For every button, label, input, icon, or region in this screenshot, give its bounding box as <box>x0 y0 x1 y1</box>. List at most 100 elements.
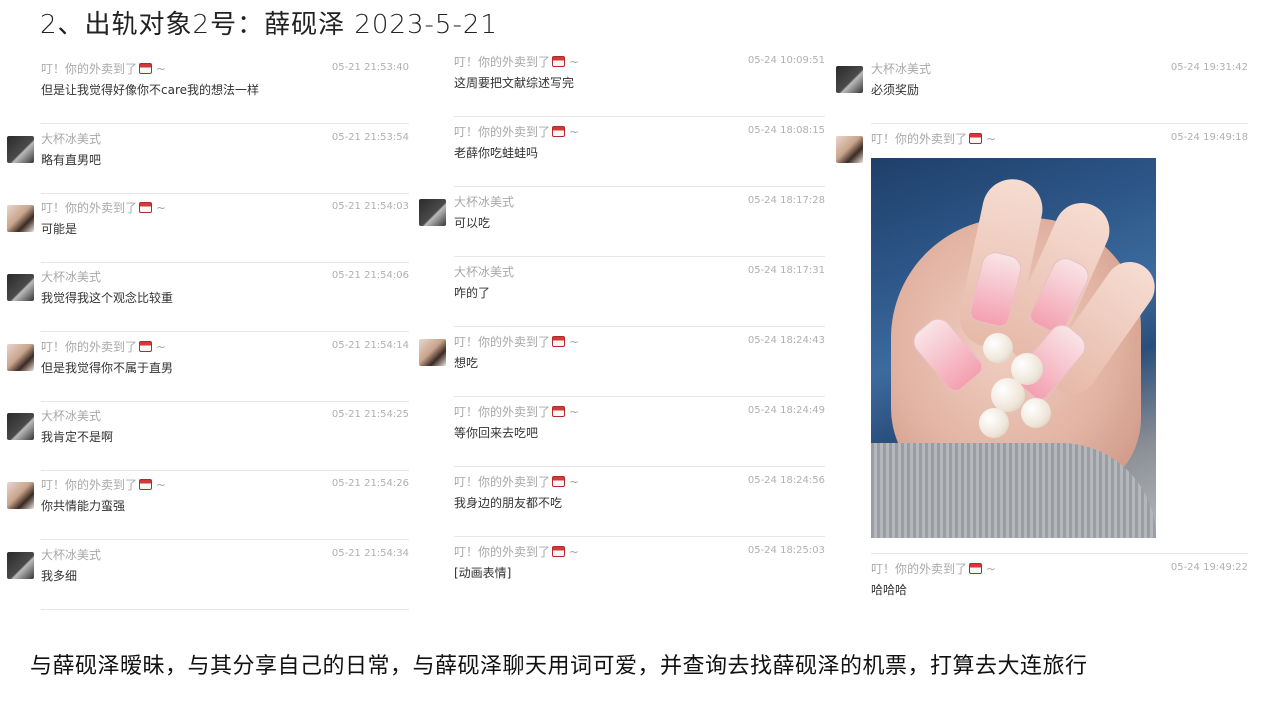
chat-message[interactable]: 大杯冰美式 05-24 19:31:42 必须奖励 <box>836 54 1248 124</box>
avatar[interactable] <box>836 136 863 163</box>
message-text: 你共情能力蛮强 <box>41 499 126 513</box>
message-text: 老薛你吃蛙蛙吗 <box>454 146 539 160</box>
takeout-bag-icon <box>552 406 566 417</box>
sender-name: 叮！你的外卖到了 <box>454 545 551 559</box>
tilde: ~ <box>568 55 579 69</box>
chat-message[interactable]: 大杯冰美式 05-21 21:54:34 我多细 <box>7 540 409 610</box>
message-text: 但是让我觉得好像你不care我的想法一样 <box>41 83 260 97</box>
message-text: [动画表情] <box>454 566 512 580</box>
chat-column-1: 叮！你的外卖到了 ~ 05-21 21:53:40 但是让我觉得好像你不care… <box>7 54 409 610</box>
pearl-shape <box>979 408 1009 438</box>
message-text: 可能是 <box>41 222 78 236</box>
tilde: ~ <box>155 340 166 354</box>
message-text: 想吃 <box>454 356 479 370</box>
message-time: 05-24 18:24:43 <box>747 335 825 346</box>
sender-name: 叮！你的外卖到了 <box>454 475 551 489</box>
avatar[interactable] <box>7 482 34 509</box>
sender-name: 叮！你的外卖到了 <box>871 132 968 146</box>
tilde: ~ <box>155 201 166 215</box>
sender-name: 大杯冰美式 <box>41 270 102 284</box>
chat-message[interactable]: 叮！你的外卖到了 ~ 05-24 18:25:03 [动画表情] <box>419 537 825 607</box>
message-text: 哈哈哈 <box>871 583 908 597</box>
avatar[interactable] <box>7 205 34 232</box>
chat-message[interactable]: 叮！你的外卖到了 ~ 05-21 21:54:14 但是我觉得你不属于直男 <box>7 332 409 402</box>
message-time: 05-24 18:24:56 <box>747 475 825 486</box>
avatar[interactable] <box>7 136 34 163</box>
tilde: ~ <box>568 405 579 419</box>
chat-message[interactable]: 大杯冰美式 05-21 21:54:06 我觉得我这个观念比较重 <box>7 262 409 332</box>
avatar[interactable] <box>7 413 34 440</box>
message-text: 可以吃 <box>454 216 491 230</box>
message-text: 必须奖励 <box>871 83 920 97</box>
sender-name: 叮！你的外卖到了 <box>454 125 551 139</box>
chat-message[interactable]: 叮！你的外卖到了 ~ 05-21 21:54:26 你共情能力蛮强 <box>7 470 409 540</box>
tilde: ~ <box>568 335 579 349</box>
sender-name: 叮！你的外卖到了 <box>454 55 551 69</box>
message-time: 05-24 18:08:15 <box>747 125 825 136</box>
message-text: 略有直男吧 <box>41 153 102 167</box>
message-time: 05-21 21:54:25 <box>331 409 409 420</box>
message-time: 05-24 18:17:31 <box>747 265 825 276</box>
message-time: 05-24 18:25:03 <box>747 545 825 556</box>
message-time: 05-21 21:54:03 <box>331 201 409 212</box>
sender-name: 大杯冰美式 <box>871 62 932 76</box>
takeout-bag-icon <box>969 563 983 574</box>
avatar[interactable] <box>7 274 34 301</box>
chat-message[interactable]: 叮！你的外卖到了 ~ 05-24 10:09:51 这周要把文献综述写完 <box>419 47 825 117</box>
message-text: 我多细 <box>41 569 78 583</box>
pearl-shape <box>1021 398 1051 428</box>
sender-name: 叮！你的外卖到了 <box>871 562 968 576</box>
sender-name: 叮！你的外卖到了 <box>41 62 138 76</box>
nail-photo[interactable] <box>871 158 1156 538</box>
tilde: ~ <box>155 62 166 76</box>
chat-message[interactable]: 叮！你的外卖到了 ~ 05-24 19:49:22 哈哈哈 <box>836 554 1248 624</box>
message-text: 我觉得我这个观念比较重 <box>41 291 174 305</box>
avatar[interactable] <box>7 344 34 371</box>
pearl-shape <box>983 333 1013 363</box>
takeout-bag-icon <box>552 546 566 557</box>
message-text: 咋的了 <box>454 286 491 300</box>
message-time: 05-21 21:54:06 <box>331 270 409 281</box>
avatar[interactable] <box>419 339 446 366</box>
tilde: ~ <box>985 562 996 576</box>
chat-message[interactable]: 大杯冰美式 05-24 18:17:31 咋的了 <box>419 257 825 327</box>
tilde: ~ <box>568 475 579 489</box>
chat-message[interactable]: 大杯冰美式 05-21 21:54:25 我肯定不是啊 <box>7 401 409 471</box>
avatar[interactable] <box>836 66 863 93</box>
message-text: 这周要把文献综述写完 <box>454 76 575 90</box>
tilde: ~ <box>985 132 996 146</box>
message-time: 05-24 19:49:22 <box>1170 562 1248 573</box>
message-time: 05-24 10:09:51 <box>747 55 825 66</box>
chat-message[interactable]: 大杯冰美式 05-24 18:17:28 可以吃 <box>419 187 825 257</box>
takeout-bag-icon <box>552 336 566 347</box>
takeout-bag-icon <box>552 56 566 67</box>
avatar[interactable] <box>419 199 446 226</box>
tilde: ~ <box>568 125 579 139</box>
message-time: 05-21 21:54:26 <box>331 478 409 489</box>
chat-message[interactable]: 叮！你的外卖到了 ~ 05-24 18:24:49 等你回来去吃吧 <box>419 397 825 467</box>
divider <box>41 609 409 610</box>
sender-name: 大杯冰美式 <box>41 548 102 562</box>
message-time: 05-21 21:53:40 <box>331 62 409 73</box>
sender-name: 叮！你的外卖到了 <box>454 335 551 349</box>
sender-name: 大杯冰美式 <box>454 265 515 279</box>
sender-name: 叮！你的外卖到了 <box>41 201 138 215</box>
chat-message[interactable]: 叮！你的外卖到了 ~ 05-24 18:08:15 老薛你吃蛙蛙吗 <box>419 117 825 187</box>
message-time: 05-24 19:49:18 <box>1170 132 1248 143</box>
sender-name: 叮！你的外卖到了 <box>41 478 138 492</box>
sender-name: 大杯冰美式 <box>454 195 515 209</box>
chat-message[interactable]: 叮！你的外卖到了 ~ 05-24 18:24:43 想吃 <box>419 327 825 397</box>
tilde: ~ <box>568 545 579 559</box>
pearl-shape <box>991 378 1025 412</box>
message-time: 05-21 21:54:34 <box>331 548 409 559</box>
chat-message[interactable]: 叮！你的外卖到了 ~ 05-21 21:54:03 可能是 <box>7 193 409 263</box>
avatar[interactable] <box>7 552 34 579</box>
chat-message[interactable]: 大杯冰美式 05-21 21:53:54 略有直男吧 <box>7 124 409 194</box>
sender-name: 大杯冰美式 <box>41 409 102 423</box>
takeout-bag-icon <box>552 476 566 487</box>
sender-name: 叮！你的外卖到了 <box>454 405 551 419</box>
chat-message[interactable]: 叮！你的外卖到了 ~ 05-21 21:53:40 但是让我觉得好像你不care… <box>7 54 409 124</box>
chat-column-2: 叮！你的外卖到了 ~ 05-24 10:09:51 这周要把文献综述写完 叮！你… <box>419 47 825 607</box>
takeout-bag-icon <box>139 341 153 352</box>
chat-message[interactable]: 叮！你的外卖到了 ~ 05-24 18:24:56 我身边的朋友都不吃 <box>419 467 825 537</box>
